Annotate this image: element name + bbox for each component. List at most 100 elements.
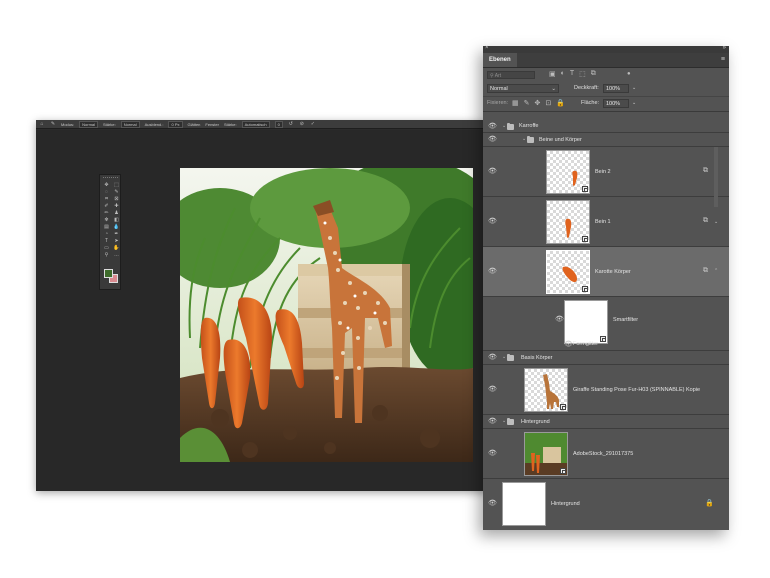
layer-group-hintergrund[interactable]: 👁 ⌄ Hintergrund [483, 415, 729, 429]
dodge-icon[interactable]: ◔ [102, 231, 111, 238]
filter-icons: ▣ ◐ T ⬚ ⧉ [549, 70, 596, 78]
layer-hintergrund-background[interactable]: 👁 Hintergrund 🔒 [483, 479, 729, 529]
filter-pixel-icon[interactable]: ▣ [549, 70, 556, 78]
visibility-eye-icon[interactable]: 👁 [488, 218, 497, 225]
panel-close-icon[interactable]: × [485, 45, 489, 51]
layer-thumbnail [546, 150, 590, 194]
filter-visibility-eye-icon[interactable]: 👁 [564, 341, 573, 348]
marquee-icon[interactable]: ⬚ [112, 182, 121, 189]
document-artwork[interactable] [180, 168, 473, 462]
home-icon[interactable]: ⌂ [39, 121, 45, 127]
visibility-eye-icon[interactable]: 👁 [488, 500, 497, 507]
eyedropper-icon[interactable]: ✐ [102, 203, 111, 210]
blend-mode-select[interactable]: Normal ⌄ [487, 84, 559, 93]
option-auto-select[interactable]: Automatisch [241, 120, 270, 128]
lock-icon[interactable]: 🔒 [705, 499, 714, 507]
filter-effects-icon[interactable]: ⧉ [703, 167, 708, 175]
path-select-icon[interactable]: ➤ [112, 238, 121, 245]
reset-icon[interactable]: ↺ [288, 121, 294, 127]
option-window-label[interactable]: Fenster [205, 122, 219, 127]
option-zero-value[interactable]: 0 [274, 120, 283, 128]
visibility-eye-icon[interactable]: 👁 [488, 418, 497, 425]
layers-scrollbar[interactable] [714, 147, 718, 207]
visibility-eye-icon[interactable]: 👁 [488, 168, 497, 175]
visibility-eye-icon[interactable]: 👁 [488, 268, 497, 275]
opacity-label: Deckkraft: [574, 85, 599, 91]
filter-adjustment-icon[interactable]: ◐ [561, 70, 565, 78]
zoom-icon[interactable]: ⚲ [102, 252, 111, 259]
filter-smartobject-icon[interactable]: ⧉ [591, 70, 596, 78]
layer-filter-select[interactable]: ⚲ Art [487, 71, 535, 79]
filter-shape-icon[interactable]: ⬚ [579, 70, 586, 78]
filter-toggle-icon[interactable]: ● [627, 71, 631, 77]
layer-giraffe[interactable]: 👁 Giraffe Standing Pose Fur-H03 (SPINNAB… [483, 365, 729, 415]
option-smooth-label[interactable]: Glätten [188, 122, 201, 127]
layer-bein-1[interactable]: 👁 Bein 1 ⧉ ⌄ [483, 197, 729, 247]
visibility-eye-icon[interactable]: 👁 [488, 123, 497, 130]
heal-icon[interactable]: ✚ [112, 203, 121, 210]
filter-effects-icon[interactable]: ⧉ [703, 217, 708, 225]
layer-adobestock[interactable]: 👁 AdobeStock_291017375 [483, 429, 729, 479]
pen-icon[interactable]: ✒ [112, 231, 121, 238]
blur-icon[interactable]: 💧 [112, 224, 121, 231]
visibility-eye-icon[interactable]: 👁 [488, 136, 497, 143]
carrot-giraffe-image [180, 168, 473, 462]
visibility-eye-icon[interactable]: 👁 [488, 354, 497, 361]
quick-select-icon[interactable]: ✎ [112, 189, 121, 196]
lock-position-icon[interactable]: ✥ [535, 99, 541, 108]
smart-object-badge-icon [560, 468, 566, 474]
toolbox-grip[interactable] [103, 177, 118, 180]
opacity-slider-icon[interactable]: ⌄ [632, 84, 636, 93]
folder-icon: ⌄ [502, 417, 514, 427]
brush-icon[interactable]: ✏ [102, 210, 111, 217]
history-brush-icon[interactable]: ✻ [102, 217, 111, 224]
eraser-icon[interactable]: ◧ [112, 217, 121, 224]
lasso-icon[interactable]: ◌ [102, 189, 111, 196]
gradient-icon[interactable]: ▤ [102, 224, 111, 231]
stamp-icon[interactable]: ♟ [112, 210, 121, 217]
smartfilter-mask-thumbnail [564, 300, 608, 344]
filter-type-icon[interactable]: T [570, 70, 574, 78]
smartfilter-visibility-eye-icon[interactable]: 👁 [555, 316, 564, 323]
lock-paint-icon[interactable]: ✎ [524, 99, 530, 108]
filter-formgitter[interactable]: 👁 Formgitter [483, 340, 729, 351]
frame-icon[interactable]: ⊠ [112, 196, 121, 203]
cancel-icon[interactable]: ⊘ [299, 121, 305, 127]
layer-bein-2[interactable]: 👁 Bein 2 ⧉ ⌄ [483, 147, 729, 197]
layer-thumbnail [524, 368, 568, 412]
tab-ebenen[interactable]: Ebenen [483, 53, 517, 67]
layer-group-beine-und-koerper[interactable]: 👁 ⌄ Beine und Körper [483, 133, 729, 147]
filter-kind-label: Art [494, 73, 502, 79]
visibility-eye-icon[interactable]: 👁 [488, 386, 497, 393]
expand-chevron-icon[interactable]: ⌄ [714, 219, 718, 225]
fill-field[interactable]: 100% [603, 99, 629, 108]
collapse-chevron-icon[interactable]: ⌃ [714, 268, 718, 274]
hand-icon[interactable]: ✋ [112, 245, 121, 252]
filter-effects-icon[interactable]: ⧉ [703, 267, 708, 275]
panel-collapse-icon[interactable]: » [723, 45, 726, 51]
brush-tool-icon[interactable]: ✎ [50, 121, 56, 127]
layer-name: Bein 2 [595, 169, 611, 175]
layer-group-basis-koerper[interactable]: 👁 ⌄ Basis Körper [483, 351, 729, 365]
option-feather-value[interactable]: 0 Px [168, 120, 183, 128]
move-icon[interactable]: ✥ [102, 182, 111, 189]
lock-artboard-icon[interactable]: ⊡ [545, 99, 551, 108]
foreground-color-swatch[interactable] [104, 269, 113, 278]
layer-name: Beine und Körper [539, 137, 582, 143]
layer-karotte-koerper[interactable]: 👁 Karotte Körper ⧉ ⌃ [483, 247, 729, 297]
type-icon[interactable]: T [102, 238, 111, 245]
panel-menu-icon[interactable]: ≡ [721, 56, 725, 63]
commit-icon[interactable]: ✓ [310, 121, 316, 127]
crop-icon[interactable]: ⌗ [102, 196, 111, 203]
option-mode-select[interactable]: Normal [79, 120, 99, 128]
option-strength-select[interactable]: Normal [120, 120, 140, 128]
shape-icon[interactable]: ▭ [102, 245, 111, 252]
visibility-eye-icon[interactable]: 👁 [488, 450, 497, 457]
option-strength2-label: Stärke: [223, 121, 237, 127]
layer-group-karroffe[interactable]: 👁 ⌄ Karroffe [483, 120, 729, 133]
fill-slider-icon[interactable]: ⌄ [632, 99, 636, 108]
lock-all-icon[interactable]: 🔒 [556, 99, 565, 108]
lock-transparency-icon[interactable]: ▦ [512, 99, 519, 108]
more-icon[interactable]: … [112, 252, 121, 259]
opacity-field[interactable]: 100% [603, 84, 629, 93]
